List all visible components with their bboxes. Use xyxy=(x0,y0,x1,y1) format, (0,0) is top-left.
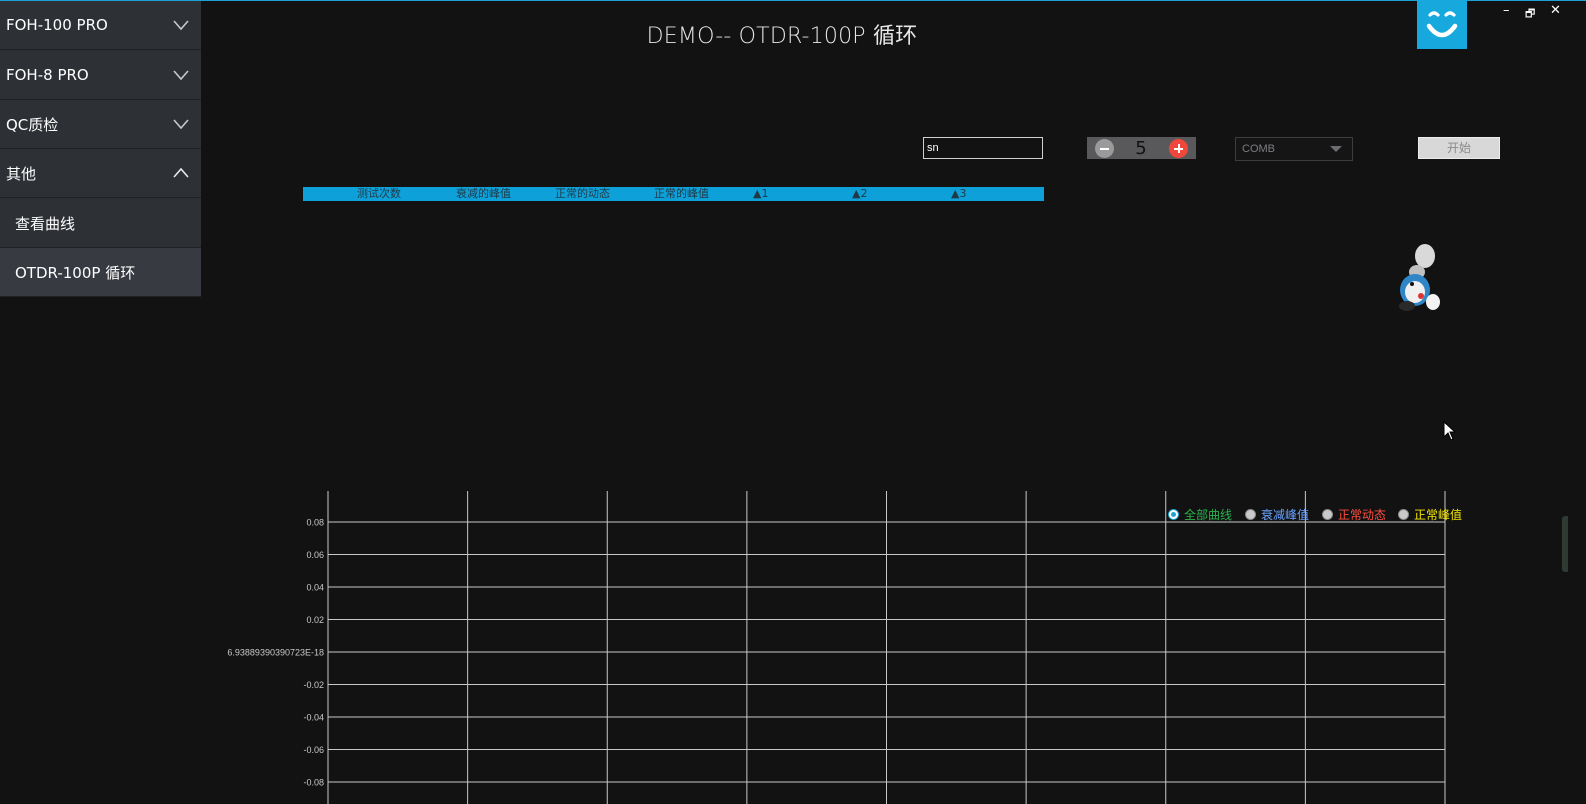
radio-icon xyxy=(1322,508,1333,520)
legend-radio-option[interactable]: 正常动态 xyxy=(1322,506,1386,522)
y-tick-label: 0.08 xyxy=(306,518,324,528)
radio-icon xyxy=(1168,508,1179,520)
y-tick-label: -0.04 xyxy=(303,713,324,723)
y-tick-label: 6.93889390390723E-18 xyxy=(227,648,324,658)
side-panel-handle[interactable] xyxy=(1562,516,1568,572)
y-tick-label: -0.06 xyxy=(303,745,324,755)
y-tick-label: 0.06 xyxy=(306,550,324,560)
y-tick-label: -0.02 xyxy=(303,680,324,690)
legend-radio-option[interactable]: 正常峰值 xyxy=(1398,506,1462,522)
y-tick-label: 0.02 xyxy=(306,615,324,625)
legend-label: 全部曲线 xyxy=(1184,507,1233,522)
legend-radio-option[interactable]: 衰减峰值 xyxy=(1245,506,1309,522)
otdr-chart: 0.08 0.06 0.04 0.02 6.93889390390723E-18 -0.0… xyxy=(227,491,1446,804)
legend-label: 正常峰值 xyxy=(1414,507,1463,522)
y-tick-label: -0.08 xyxy=(303,778,324,788)
legend-label: 正常动态 xyxy=(1338,507,1387,522)
radio-icon xyxy=(1398,508,1409,520)
legend-radio-option[interactable]: 全部曲线 xyxy=(1168,506,1232,522)
y-tick-label: 0.04 xyxy=(306,583,324,593)
legend-label: 衰减峰值 xyxy=(1261,507,1310,522)
radio-icon xyxy=(1245,508,1256,520)
